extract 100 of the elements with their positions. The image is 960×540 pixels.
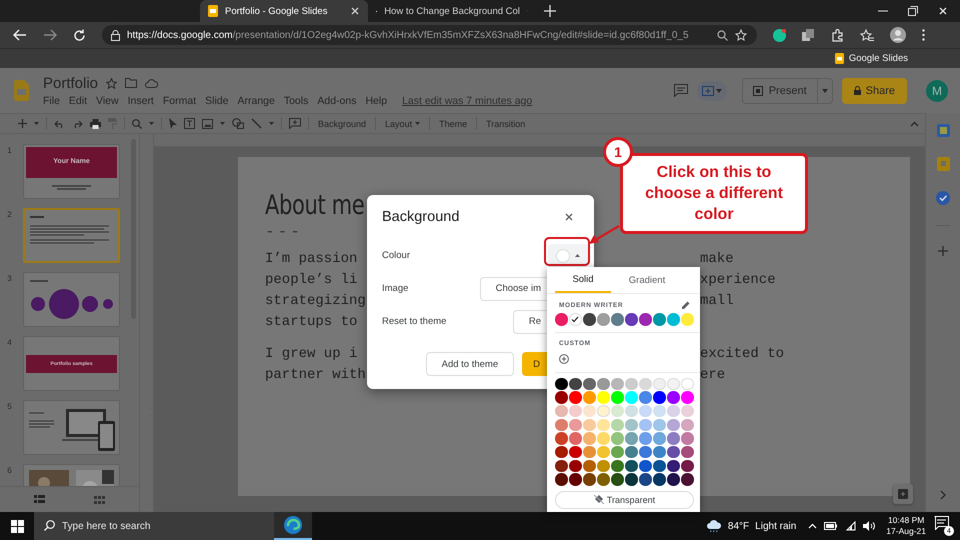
color-swatch[interactable] xyxy=(583,418,596,432)
add-circle-icon[interactable] xyxy=(559,354,569,364)
dialog-button[interactable]: Re xyxy=(512,310,547,334)
toolbar-button[interactable]: Theme xyxy=(437,116,470,130)
color-swatch[interactable] xyxy=(583,404,596,418)
color-swatch[interactable] xyxy=(681,446,694,458)
color-swatch[interactable] xyxy=(611,313,624,326)
menu-item[interactable]: View xyxy=(96,94,119,106)
color-swatch[interactable] xyxy=(667,378,680,390)
caret-icon[interactable] xyxy=(34,122,39,125)
color-swatch[interactable] xyxy=(597,391,610,404)
color-swatch[interactable] xyxy=(639,446,652,458)
color-swatch[interactable] xyxy=(569,432,582,445)
color-swatch[interactable] xyxy=(625,460,638,472)
color-swatch[interactable] xyxy=(583,378,596,390)
picker-tab[interactable]: Gradient xyxy=(619,267,675,293)
share-button[interactable]: Share xyxy=(842,78,907,104)
color-swatch[interactable] xyxy=(681,460,694,472)
color-swatch[interactable] xyxy=(625,378,638,390)
color-swatch[interactable] xyxy=(681,404,694,418)
color-swatch[interactable] xyxy=(653,418,666,432)
color-swatch[interactable] xyxy=(555,404,568,418)
color-swatch[interactable] xyxy=(681,473,694,486)
expand-panel-icon[interactable] xyxy=(940,490,946,500)
color-swatch[interactable] xyxy=(653,432,666,445)
edit-icon[interactable] xyxy=(682,301,690,309)
comment-add-icon[interactable] xyxy=(289,118,301,129)
color-swatch[interactable] xyxy=(569,404,582,418)
search-field[interactable]: Type here to search xyxy=(34,512,274,540)
browser-tab[interactable]: How to Change Background Col xyxy=(368,0,536,22)
menu-item[interactable]: File xyxy=(43,94,60,106)
color-swatch[interactable] xyxy=(625,418,638,432)
add-icon[interactable] xyxy=(938,246,948,256)
temperature[interactable]: 84°F xyxy=(728,520,750,532)
wifi-icon[interactable] xyxy=(844,521,856,531)
color-swatch[interactable] xyxy=(569,378,582,390)
redo-icon[interactable] xyxy=(72,120,83,128)
weather-text[interactable]: Light rain xyxy=(755,520,796,532)
color-swatch[interactable] xyxy=(681,391,694,404)
color-swatch[interactable] xyxy=(625,404,638,418)
collections-icon[interactable] xyxy=(802,29,815,41)
battery-icon[interactable] xyxy=(824,522,838,530)
color-dropdown[interactable] xyxy=(548,244,588,268)
color-swatch[interactable] xyxy=(555,446,568,458)
color-swatch[interactable] xyxy=(681,313,694,326)
present-button[interactable]: Present xyxy=(742,78,818,104)
cloud-icon[interactable] xyxy=(145,78,158,88)
color-swatch[interactable] xyxy=(639,418,652,432)
color-swatch[interactable] xyxy=(597,313,610,326)
color-swatch[interactable] xyxy=(597,432,610,445)
color-swatch[interactable] xyxy=(667,313,680,326)
color-swatch[interactable] xyxy=(681,432,694,445)
toolbar-button[interactable]: Layout xyxy=(383,116,422,130)
color-swatch[interactable] xyxy=(639,378,652,390)
favorites-icon[interactable] xyxy=(860,28,874,42)
color-swatch[interactable] xyxy=(625,446,638,458)
color-swatch[interactable] xyxy=(569,418,582,432)
bookmark-link[interactable]: Google Slides xyxy=(848,53,908,64)
reload-icon[interactable] xyxy=(73,28,86,42)
forward-icon[interactable] xyxy=(43,29,57,41)
caret-icon[interactable] xyxy=(269,122,274,125)
clock[interactable]: 10:48 PM 17-Aug-21 xyxy=(886,515,926,537)
color-swatch[interactable] xyxy=(653,473,666,486)
color-swatch[interactable] xyxy=(667,446,680,458)
folder-icon[interactable] xyxy=(125,78,138,88)
color-swatch[interactable] xyxy=(583,432,596,445)
notifications-icon[interactable] xyxy=(934,516,949,530)
dialog-button[interactable]: Add to theme xyxy=(426,352,514,376)
color-swatch[interactable] xyxy=(555,473,568,486)
color-swatch[interactable] xyxy=(611,418,624,432)
color-swatch[interactable] xyxy=(653,378,666,390)
caret-icon[interactable] xyxy=(149,122,154,125)
color-swatch[interactable] xyxy=(569,446,582,458)
color-swatch[interactable] xyxy=(611,473,624,486)
color-swatch[interactable] xyxy=(555,378,568,390)
color-swatch[interactable] xyxy=(597,446,610,458)
color-swatch[interactable] xyxy=(569,391,582,404)
color-swatch[interactable] xyxy=(653,404,666,418)
color-swatch[interactable] xyxy=(597,460,610,472)
menu-item[interactable]: Help xyxy=(365,94,388,106)
favorite-star-icon[interactable] xyxy=(735,29,748,41)
cursor-icon[interactable] xyxy=(169,118,177,129)
color-swatch[interactable] xyxy=(597,404,610,418)
back-icon[interactable] xyxy=(13,29,27,41)
color-swatch[interactable] xyxy=(667,418,680,432)
color-swatch[interactable] xyxy=(639,432,652,445)
color-swatch[interactable] xyxy=(681,418,694,432)
puzzle-icon[interactable] xyxy=(831,28,844,42)
restore-icon[interactable] xyxy=(908,6,918,16)
menu-item[interactable]: Tools xyxy=(284,94,308,106)
color-swatch[interactable] xyxy=(611,391,624,404)
cloud-rain-icon[interactable] xyxy=(706,520,722,532)
color-swatch[interactable] xyxy=(653,446,666,458)
color-swatch[interactable] xyxy=(597,378,610,390)
color-swatch[interactable] xyxy=(625,391,638,404)
explore-button[interactable] xyxy=(893,484,913,504)
color-swatch[interactable] xyxy=(583,460,596,472)
color-swatch[interactable] xyxy=(555,432,568,445)
toolbar-button[interactable]: Transition xyxy=(484,116,528,130)
new-slide-button[interactable] xyxy=(696,80,727,100)
